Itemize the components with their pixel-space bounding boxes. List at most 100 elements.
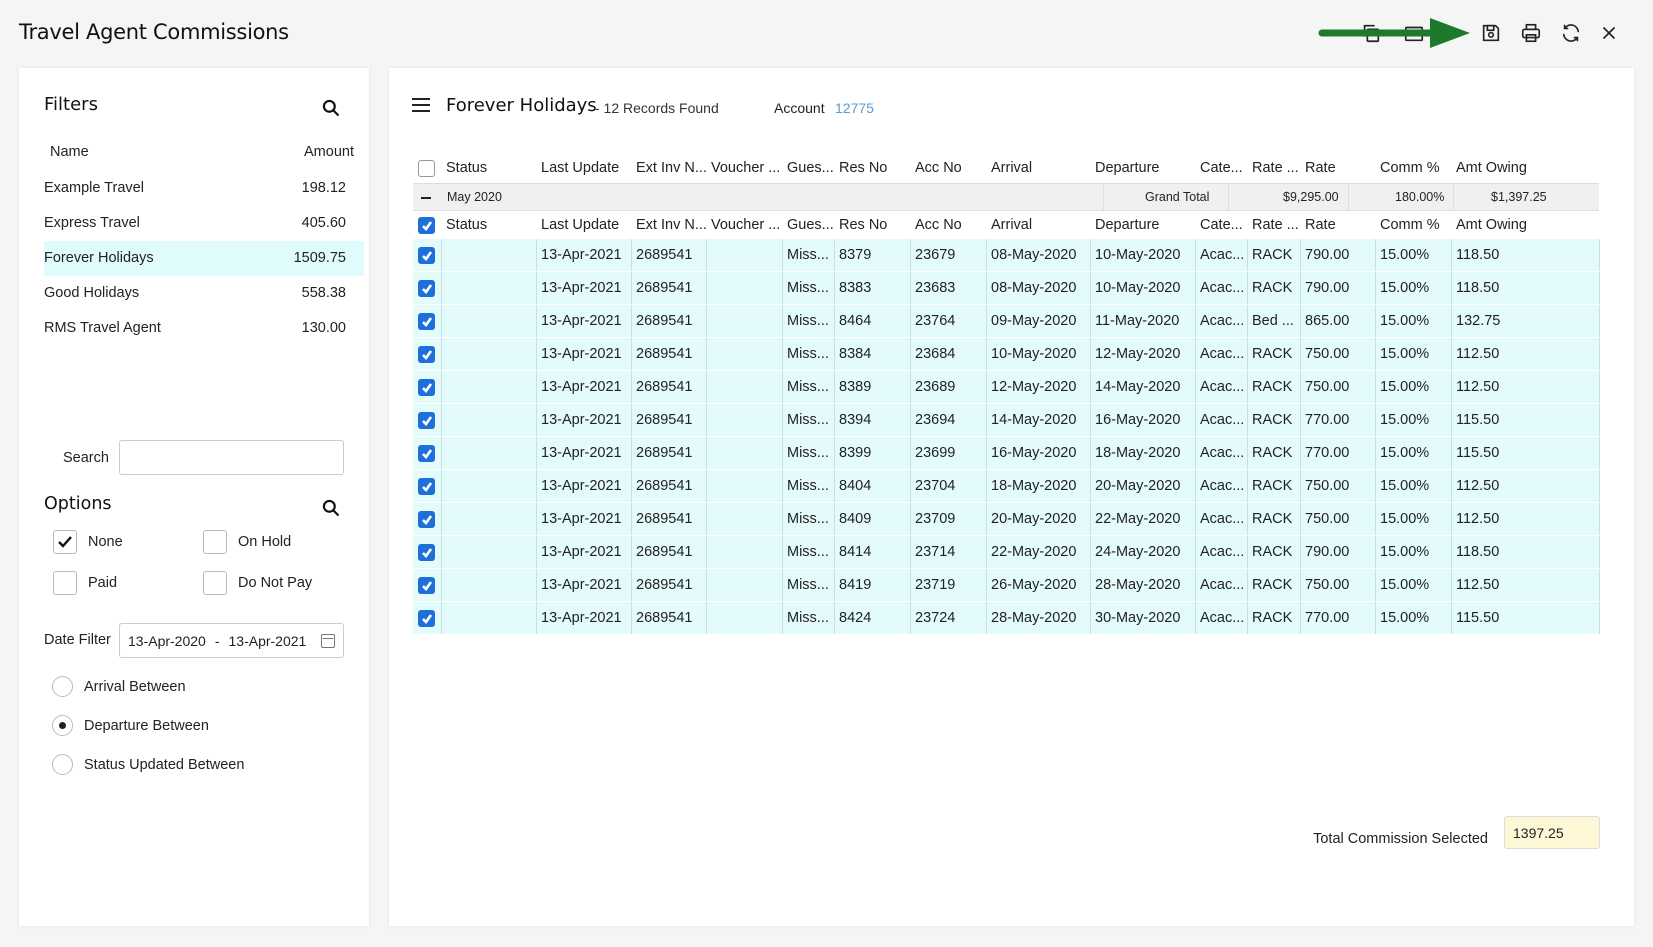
row-checkbox[interactable]: [418, 544, 435, 561]
search-icon[interactable]: [321, 98, 343, 120]
cell-acc-no[interactable]: 23684: [915, 346, 985, 362]
cell-res-no[interactable]: 8409: [839, 511, 909, 527]
row-checkbox[interactable]: [418, 478, 435, 495]
column-header[interactable]: Status: [446, 217, 536, 233]
row-checkbox[interactable]: [418, 445, 435, 462]
radio-departure-between[interactable]: Departure Between: [52, 715, 209, 736]
column-header[interactable]: Comm %: [1380, 217, 1452, 233]
close-icon[interactable]: [1594, 18, 1624, 48]
table-row[interactable]: 13-Apr-2021 2689541 Miss... 8424 23724 28-May…: [413, 602, 1600, 635]
row-checkbox[interactable]: [418, 412, 435, 429]
column-header[interactable]: Cate...: [1200, 160, 1248, 176]
table-row[interactable]: 13-Apr-2021 2689541 Miss... 8379 23679 08-May…: [413, 239, 1600, 272]
table-row[interactable]: 13-Apr-2021 2689541 Miss... 8389 23689 12-May…: [413, 371, 1600, 404]
column-header[interactable]: Ext Inv N...: [636, 160, 708, 176]
column-header[interactable]: Ext Inv N...: [636, 217, 708, 233]
agent-list-item-selected[interactable]: Forever Holidays 1509.75: [44, 241, 364, 276]
cell-res-no[interactable]: 8379: [839, 247, 909, 263]
cell-acc-no[interactable]: 23704: [915, 478, 985, 494]
column-header[interactable]: Status: [446, 160, 536, 176]
date-range-field[interactable]: 13-Apr-2020 - 13-Apr-2021: [119, 623, 344, 658]
column-header[interactable]: Amt Owing: [1456, 160, 1556, 176]
column-header[interactable]: Acc No: [915, 160, 985, 176]
select-all-checkbox[interactable]: [418, 160, 435, 177]
row-checkbox[interactable]: [418, 511, 435, 528]
row-checkbox[interactable]: [418, 379, 435, 396]
column-header[interactable]: Voucher ...: [711, 217, 781, 233]
column-header[interactable]: Arrival: [991, 160, 1091, 176]
column-header-amount[interactable]: Amount: [304, 144, 354, 160]
table-row[interactable]: 13-Apr-2021 2689541 Miss... 8419 23719 26-May…: [413, 569, 1600, 602]
column-header[interactable]: Rate ...: [1252, 160, 1300, 176]
cell-acc-no[interactable]: 23709: [915, 511, 985, 527]
select-group-checkbox[interactable]: [418, 217, 435, 234]
cell-acc-no[interactable]: 23719: [915, 577, 985, 593]
column-header[interactable]: Acc No: [915, 217, 985, 233]
cell-res-no[interactable]: 8389: [839, 379, 909, 395]
column-header[interactable]: Amt Owing: [1456, 217, 1556, 233]
cell-acc-no[interactable]: 23699: [915, 445, 985, 461]
cell-res-no[interactable]: 8394: [839, 412, 909, 428]
search-input[interactable]: [119, 440, 344, 475]
menu-icon[interactable]: [412, 98, 430, 114]
column-header[interactable]: Gues...: [787, 160, 833, 176]
column-header[interactable]: Cate...: [1200, 217, 1248, 233]
column-header[interactable]: Res No: [839, 160, 909, 176]
column-header[interactable]: Last Update: [541, 160, 631, 176]
agent-list-item[interactable]: Express Travel 405.60: [44, 206, 364, 241]
column-header[interactable]: Voucher ...: [711, 160, 781, 176]
cell-acc-no[interactable]: 23679: [915, 247, 985, 263]
option-on-hold-checkbox[interactable]: On Hold: [203, 530, 291, 554]
row-checkbox[interactable]: [418, 247, 435, 264]
option-do-not-pay-checkbox[interactable]: Do Not Pay: [203, 571, 312, 595]
cell-acc-no[interactable]: 23764: [915, 313, 985, 329]
table-row[interactable]: 13-Apr-2021 2689541 Miss... 8404 23704 18-May…: [413, 470, 1600, 503]
collapse-icon[interactable]: [421, 197, 431, 199]
print-icon[interactable]: [1516, 18, 1546, 48]
option-paid-checkbox[interactable]: Paid: [53, 571, 117, 595]
cell-acc-no[interactable]: 23689: [915, 379, 985, 395]
column-header[interactable]: Arrival: [991, 217, 1091, 233]
cell-acc-no[interactable]: 23714: [915, 544, 985, 560]
cell-res-no[interactable]: 8424: [839, 610, 909, 626]
cell-res-no[interactable]: 8383: [839, 280, 909, 296]
radio-arrival-between[interactable]: Arrival Between: [52, 676, 186, 697]
column-header[interactable]: Comm %: [1380, 160, 1452, 176]
column-header[interactable]: Rate: [1305, 217, 1375, 233]
column-header[interactable]: Rate: [1305, 160, 1375, 176]
cell-acc-no[interactable]: 23694: [915, 412, 985, 428]
agent-list-item[interactable]: Example Travel 198.12: [44, 171, 364, 206]
column-header-name[interactable]: Name: [50, 144, 89, 160]
account-link[interactable]: 12775: [835, 100, 874, 116]
table-row[interactable]: 13-Apr-2021 2689541 Miss... 8399 23699 16-May…: [413, 437, 1600, 470]
agent-list-item[interactable]: RMS Travel Agent 130.00: [44, 311, 364, 346]
column-header[interactable]: Departure: [1095, 217, 1195, 233]
cell-res-no[interactable]: 8404: [839, 478, 909, 494]
agent-list-item[interactable]: Good Holidays 558.38: [44, 276, 364, 311]
option-none-checkbox[interactable]: None: [53, 530, 123, 554]
table-row[interactable]: 13-Apr-2021 2689541 Miss... 8414 23714 22-May…: [413, 536, 1600, 569]
column-header[interactable]: Last Update: [541, 217, 631, 233]
row-checkbox[interactable]: [418, 346, 435, 363]
export-icon[interactable]: [1399, 18, 1429, 48]
options-search-icon[interactable]: [321, 498, 343, 520]
column-header[interactable]: Res No: [839, 217, 909, 233]
table-row[interactable]: 13-Apr-2021 2689541 Miss... 8394 23694 14-May…: [413, 404, 1600, 437]
cell-res-no[interactable]: 8399: [839, 445, 909, 461]
table-row[interactable]: 13-Apr-2021 2689541 Miss... 8409 23709 20-May…: [413, 503, 1600, 536]
table-row[interactable]: 13-Apr-2021 2689541 Miss... 8464 23764 09-May…: [413, 305, 1600, 338]
radio-status-updated-between[interactable]: Status Updated Between: [52, 754, 244, 775]
cell-res-no[interactable]: 8464: [839, 313, 909, 329]
cell-res-no[interactable]: 8419: [839, 577, 909, 593]
row-checkbox[interactable]: [418, 577, 435, 594]
column-header[interactable]: Gues...: [787, 217, 833, 233]
copy-icon[interactable]: [1356, 18, 1386, 48]
cell-res-no[interactable]: 8384: [839, 346, 909, 362]
cell-acc-no[interactable]: 23724: [915, 610, 985, 626]
row-checkbox[interactable]: [418, 280, 435, 297]
column-header[interactable]: Rate ...: [1252, 217, 1300, 233]
table-row[interactable]: 13-Apr-2021 2689541 Miss... 8383 23683 08-May…: [413, 272, 1600, 305]
column-header[interactable]: Departure: [1095, 160, 1195, 176]
calendar-icon[interactable]: [321, 633, 335, 648]
table-row[interactable]: 13-Apr-2021 2689541 Miss... 8384 23684 10-May…: [413, 338, 1600, 371]
